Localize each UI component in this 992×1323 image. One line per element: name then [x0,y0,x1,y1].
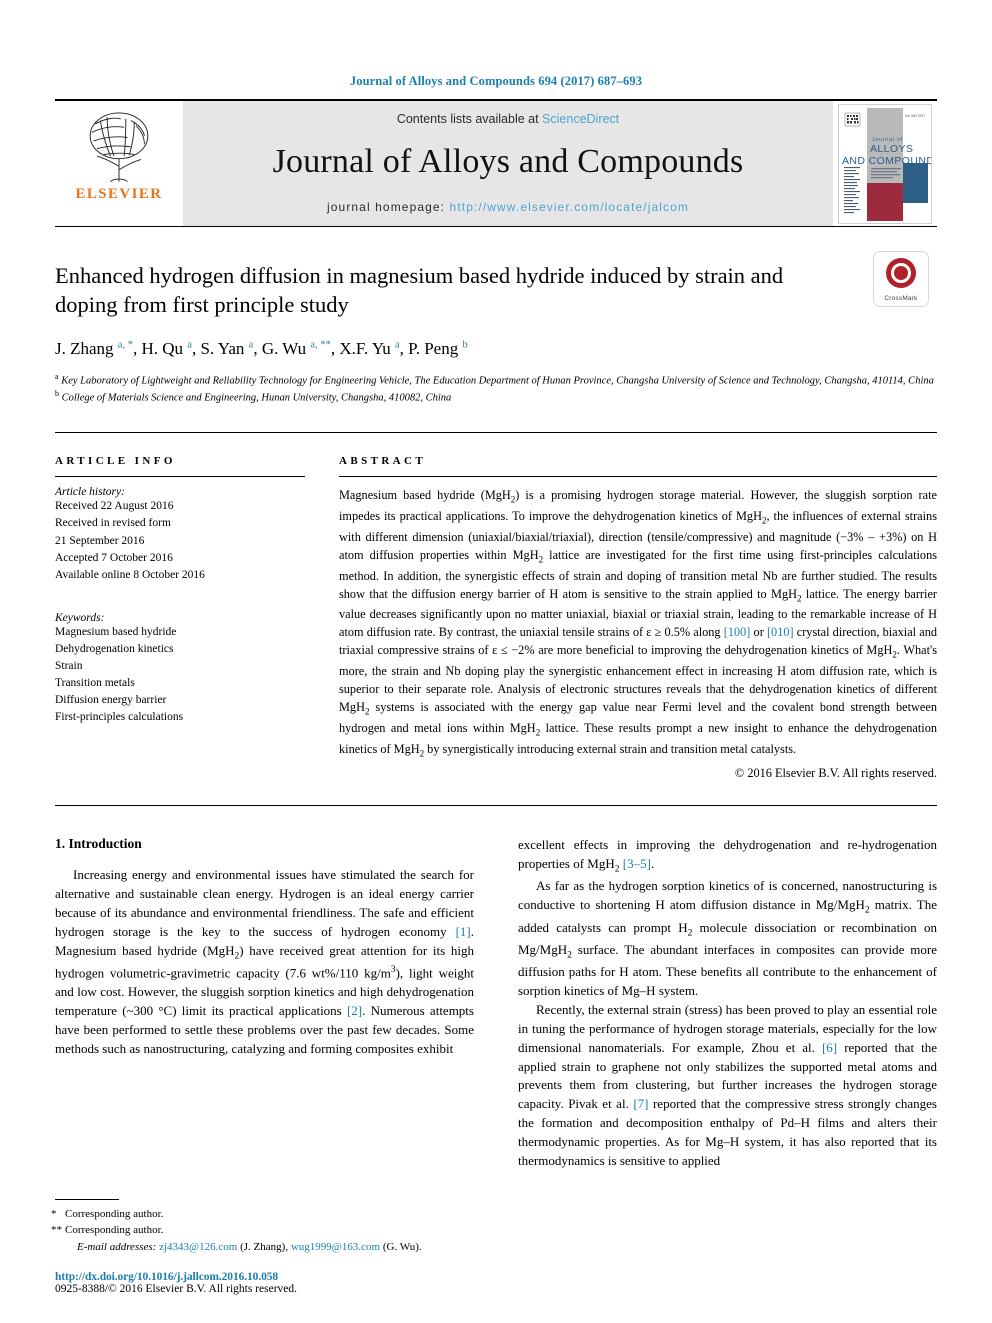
author: P. Peng b [408,338,468,358]
article-info-rule [55,476,305,478]
keywords-label: Keywords: [55,611,105,624]
elsevier-logo: ELSEVIER [55,101,183,226]
page-title: Enhanced hydrogen diffusion in magnesium… [55,263,784,318]
cover-image: Vol. 694 2017 Journal of ALLOYS AND COMP… [838,103,932,224]
homepage-line: journal homepage: http://www.elsevier.co… [327,200,689,214]
body-columns: 1. Introduction Increasing energy and en… [55,836,937,1170]
keyword-item: Diffusion energy barrier [55,693,167,706]
footnote-mark: * [51,1207,57,1220]
affiliation-a: a Key Laboratory of Lightweight and Reli… [55,371,937,389]
email-link-zhang[interactable]: zj4343@126.com [159,1241,237,1253]
history-item: Accepted 7 October 2016 [55,551,173,564]
author: H. Qu a [141,338,192,358]
author-marks: a [394,338,400,350]
body-right-column: excellent effects in improving the dehyd… [518,836,937,1170]
article-info-heading: ARTICLE INFO [55,455,176,468]
elsevier-wordmark: ELSEVIER [75,186,163,202]
email-link-wu[interactable]: wug1999@163.com [291,1241,380,1253]
email-owner-zhang: (J. Zhang) [240,1240,286,1253]
contents-line: Contents lists available at ScienceDirec… [397,112,619,126]
homepage-prefix: journal homepage: [327,199,450,214]
affiliation-mark: a [55,371,59,381]
svg-text:Vol. 694 2017: Vol. 694 2017 [905,114,926,118]
abstract-heading: ABSTRACT [339,455,427,468]
history-item: Received in revised form [55,517,171,530]
journal-title: Journal of Alloys and Compounds [272,142,744,180]
author-marks: a [187,338,192,350]
info-abstract-region: ARTICLE INFO Article history: Received 2… [55,432,937,781]
author-marks: a [248,338,254,350]
abstract-rule [339,476,937,478]
author: G. Wu a, ** [261,338,331,358]
affiliation-text: Key Laboratory of Lightweight and Reliab… [61,375,934,386]
footnote-mark: ** [51,1224,62,1236]
paragraph: excellent effects in improving the dehyd… [518,837,937,875]
footnote-block: * Corresponding author. ** Corresponding a… [51,1198,485,1295]
email-addresses-line: E-mail addresses: zj4343@126.com (J. Zha… [77,1240,422,1253]
doi-block: http://dx.doi.org/10.1016/j.jallcom.2016… [55,1271,485,1295]
elsevier-tree-icon [89,112,149,182]
article-info-column: ARTICLE INFO Article history: Received 2… [55,455,305,781]
corresponding-author-1: * Corresponding author. [51,1206,485,1223]
crossmark-box: CrossMark [873,251,929,307]
affiliation-text: College of Materials Science and Enginee… [61,392,452,404]
svg-text:ALLOYS: ALLOYS [870,143,913,155]
author-marks: a, * [117,338,133,350]
email-label: E-mail addresses: [77,1240,157,1253]
cover-artwork-icon: Vol. 694 2017 Journal of ALLOYS AND COMP… [839,104,931,223]
contents-prefix: Contents lists available at [396,111,543,126]
history-item: Received 22 August 2016 [55,500,174,513]
body-top-rule [55,805,937,807]
footnote-rule [55,1198,119,1200]
email-owner-wu: (G. Wu). [382,1240,422,1253]
running-head: Journal of Alloys and Compounds 694 (201… [349,74,643,88]
author: J. Zhang a, * [55,338,133,358]
paragraph: Recently, the external strain (stress) h… [518,1002,937,1168]
crossmark-ring-icon [891,263,911,283]
sciencedirect-link[interactable]: ScienceDirect [542,112,619,126]
body-left-column: 1. Introduction Increasing energy and en… [55,836,474,1170]
history-item: Available online 8 October 2016 [55,568,205,581]
affiliation-b: b College of Materials Science and Engin… [55,388,937,406]
journal-cover-thumbnail: Vol. 694 2017 Journal of ALLOYS AND COMP… [833,101,937,226]
history-item: 21 September 2016 [55,534,145,547]
keyword-item: Magnesium based hydride [55,625,177,638]
keyword-item: Transition metals [55,676,135,689]
paragraph: Increasing energy and environmental issu… [55,867,474,1056]
author: X.F. Yu a [339,338,400,358]
homepage-url-link[interactable]: http://www.elsevier.com/locate/jalcom [450,200,689,214]
keyword-item: First-principles calculations [55,710,184,723]
issn-copyright-line: 0925-8388/© 2016 Elsevier B.V. All right… [55,1283,298,1295]
affiliation-mark: b [55,389,59,399]
article-history-list: Received 22 August 2016 Received in revi… [55,498,305,583]
author: S. Yan a [200,338,254,358]
paragraph: As far as the hydrogen sorption kinetics… [518,878,937,999]
section-heading-introduction: 1. Introduction [55,836,142,852]
journal-article-page: Journal of Alloys and Compounds 694 (201… [0,0,992,1323]
masthead-center: Contents lists available at ScienceDirec… [183,101,833,226]
keyword-item: Dehydrogenation kinetics [55,642,174,655]
journal-masthead: ELSEVIER Contents lists available at Sci… [55,99,937,226]
footnote-text: Corresponding author. [65,1207,164,1220]
author-list: J. Zhang a, *, H. Qu a, S. Yan a, G. Wu … [55,338,468,358]
copyright-line: © 2016 Elsevier B.V. All rights reserved… [734,766,937,781]
keywords-list: Magnesium based hydride Dehydrogenation … [55,624,305,726]
author-marks: b [462,338,468,350]
abstract-column: ABSTRACT Magnesium based hydride (MgH2) … [339,455,937,781]
keyword-item: Strain [55,659,83,672]
crossmark-badge[interactable]: CrossMark [865,251,937,307]
corresponding-author-2: ** Corresponding author. [51,1222,485,1239]
author-marks: a, ** [310,338,331,350]
title-block: CrossMark Enhanced hydrogen diffusion in… [55,227,937,406]
doi-link[interactable]: http://dx.doi.org/10.1016/j.jallcom.2016… [55,1271,485,1283]
crossmark-label: CrossMark [884,295,918,302]
footnote-text: Corresponding author. [65,1224,164,1236]
article-history-label: Article history: [55,486,125,499]
affiliation-list: a Key Laboratory of Lightweight and Reli… [55,371,937,407]
abstract-text: Magnesium based hydride (MgH2) is a prom… [339,488,938,758]
keywords-block: Keywords: Magnesium based hydride Dehydr… [55,612,305,726]
